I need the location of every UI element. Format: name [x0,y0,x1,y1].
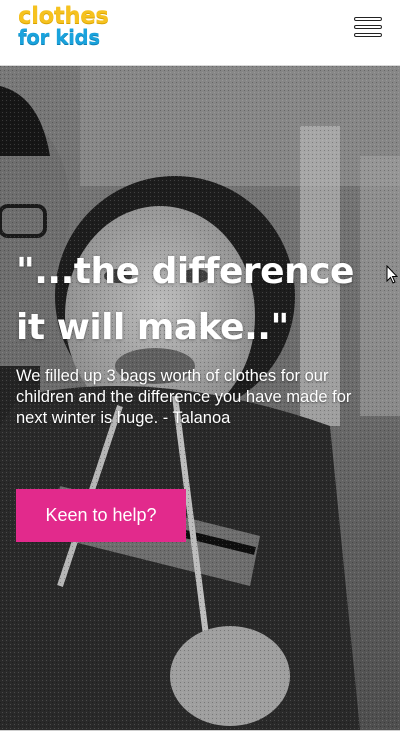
keen-to-help-button[interactable]: Keen to help? [16,489,186,542]
hero-section: "...the difference it will make.." We fi… [0,66,400,730]
clothes-for-kids-logo[interactable]: clothes for kids [18,3,128,51]
footer-strip [0,730,400,751]
hero-testimonial-quote: We filled up 3 bags worth of clothes for… [16,367,352,427]
hero-title: "...the difference it will make.." [16,251,354,348]
logo-line-for-kids: for kids [18,25,100,49]
mouse-cursor-icon [386,265,398,284]
site-header: clothes for kids [0,0,400,66]
hamburger-menu-button[interactable] [352,14,384,42]
